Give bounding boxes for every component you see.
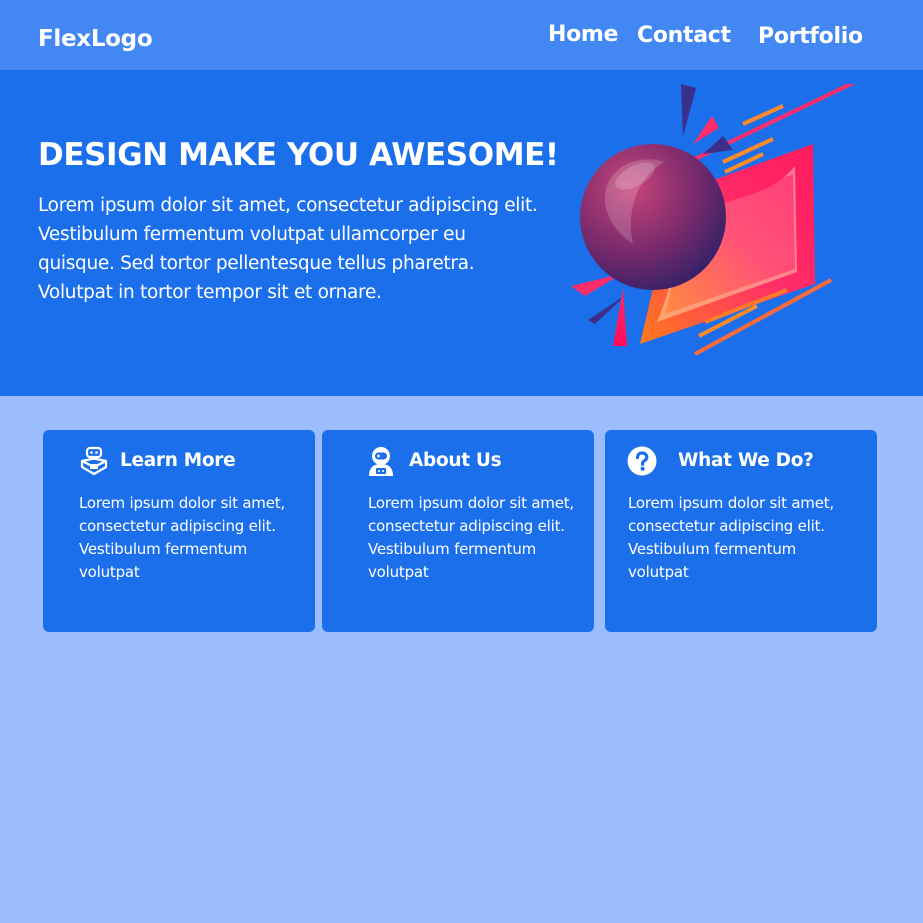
logo[interactable]: FlexLogo [38, 26, 153, 52]
astronaut-icon [369, 447, 393, 476]
card-about-us[interactable]: About Us Lorem ipsum dolor sit amet, con… [322, 430, 594, 632]
nav-link-contact[interactable]: Contact [637, 23, 731, 48]
card-title: About Us [409, 450, 502, 471]
hero-section: DESIGN MAKE YOU AWESOME! Lorem ipsum dol… [0, 70, 923, 396]
hero-title: DESIGN MAKE YOU AWESOME! [38, 137, 559, 173]
card-title: What We Do? [678, 450, 814, 471]
hero-illustration [571, 84, 856, 356]
nav-link-home[interactable]: Home [548, 22, 618, 47]
navbar: FlexLogo Home Contact Portfolio [0, 0, 923, 70]
card-text: Lorem ipsum dolor sit amet, consectetur … [628, 494, 834, 581]
card-what-we-do[interactable]: What We Do? Lorem ipsum dolor sit amet, … [605, 430, 877, 632]
hero-text: Lorem ipsum dolor sit amet, consectetur … [38, 195, 538, 303]
robot-icon [80, 446, 108, 476]
card-title: Learn More [120, 450, 236, 471]
card-learn-more[interactable]: Learn More Lorem ipsum dolor sit amet, c… [43, 430, 315, 632]
card-text: Lorem ipsum dolor sit amet, consectetur … [368, 494, 574, 581]
card-text: Lorem ipsum dolor sit amet, consectetur … [79, 494, 285, 581]
question-circle-icon [627, 446, 657, 476]
nav-link-portfolio[interactable]: Portfolio [758, 24, 863, 49]
